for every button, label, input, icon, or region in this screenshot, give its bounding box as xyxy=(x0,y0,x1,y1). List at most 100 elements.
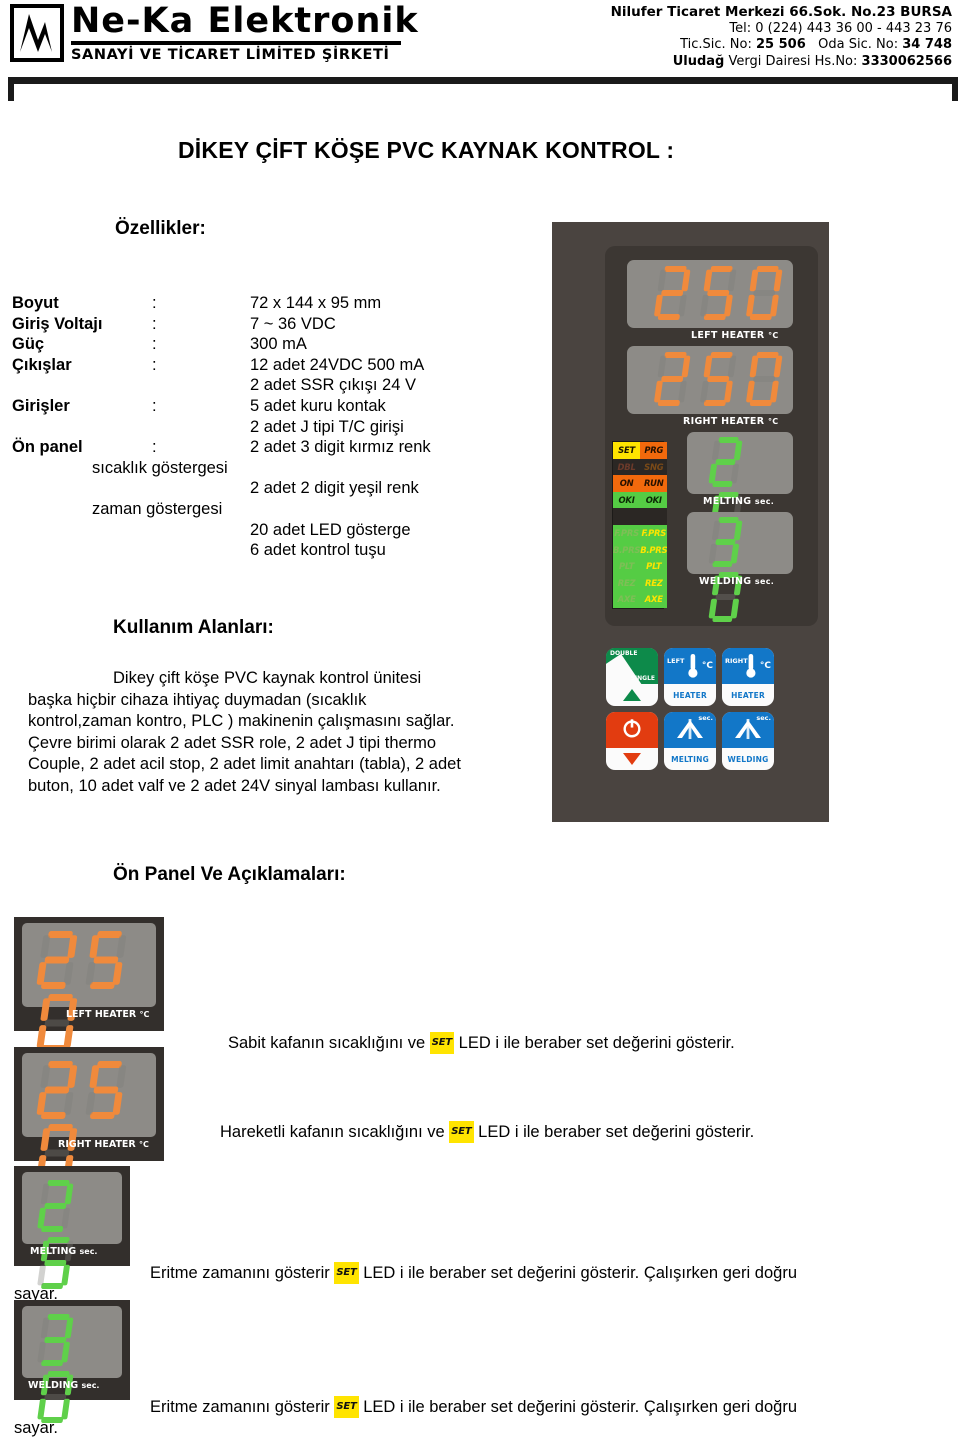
led-indicator-on: ON xyxy=(613,475,641,492)
thumbnail-screen xyxy=(22,1172,122,1289)
registry-value-1: 25 506 xyxy=(756,37,806,52)
thumbnail-label: WELDING sec. xyxy=(28,1380,100,1391)
power-icon xyxy=(621,717,643,744)
double-single-button[interactable]: DOUBLE SINGLE xyxy=(606,648,658,706)
power-button-caption xyxy=(606,748,658,770)
spec-value-continuation: 2 adet J tipi T/C girişi xyxy=(250,417,404,436)
explanation-after: LED i ile beraber set değerini gösterir.… xyxy=(363,1398,797,1416)
spec-row: Güç: 300 mA xyxy=(12,334,482,355)
led-indicator-prg: PRG xyxy=(640,442,668,459)
usage-heading: Kullanım Alanları: xyxy=(113,617,274,638)
left-heater-label: LEFT HEATER °C xyxy=(691,330,779,341)
single-label: SINGLE xyxy=(630,675,655,682)
usage-description: Dikey çift köşe PVC kaynak kontrol ünite… xyxy=(28,669,461,795)
power-button[interactable] xyxy=(606,712,658,770)
spec-colon: : xyxy=(152,314,157,333)
spec-value-continuation: 20 adet LED gösterge xyxy=(250,520,411,539)
melting-button-caption: MELTING xyxy=(664,748,716,770)
spec-value-continuation: 2 adet SSR çıkışı 24 V xyxy=(250,376,416,395)
explanation-before: Sabit kafanın sıcaklığını ve xyxy=(228,1034,426,1052)
led-indicator-set: SET xyxy=(613,442,641,459)
double-single-button-face: DOUBLE SINGLE xyxy=(606,648,658,684)
spec-value-continuation: zaman göstergesi xyxy=(92,499,223,518)
led-indicator-b-prs: B.PRS xyxy=(613,541,640,559)
welding-button-face: sec. xyxy=(722,712,774,748)
panel-explanation-text: Eritme zamanını gösterir SET LED i ile b… xyxy=(150,1396,797,1418)
led-indicator-run: RUN xyxy=(640,475,668,492)
led-indicator-oki: OKI xyxy=(613,491,641,509)
spec-value-continuation: 6 adet kontrol tuşu xyxy=(250,541,386,560)
led-indicator-plt: PLT xyxy=(640,558,668,575)
spec-label: Güç xyxy=(12,335,45,354)
explanation-after: LED i ile beraber set değerini gösterir. xyxy=(478,1123,755,1141)
led-indicator-matrix: SET PRG DBL SNG ON RUN OKI OKI F.PRS F.PRS B.PRS B.… xyxy=(612,441,668,609)
specifications-table: Boyut: 72 x 144 x 95 mm Giriş Voltajı: 7 ~ … xyxy=(12,293,482,561)
welding-button[interactable]: sec. WELDING xyxy=(722,712,774,770)
thumbnail-digits xyxy=(37,1314,122,1428)
right-heater-label: RIGHT HEATER °C xyxy=(683,416,779,427)
led-indicator-plt: PLT xyxy=(613,558,641,575)
spec-value: 12 adet 24VDC 500 mA xyxy=(250,355,425,374)
tax-number: 3330062566 xyxy=(861,53,952,69)
page-title: DİKEY ÇİFT KÖŞE PVC KAYNAK KONTROL : xyxy=(178,137,675,163)
brand-name: Ne-Ka Elektronik xyxy=(71,1,419,41)
spec-row: Boyut: 72 x 144 x 95 mm xyxy=(12,293,482,314)
weld-seam-icon xyxy=(731,719,765,746)
led-indicator-rez: REZ xyxy=(640,574,668,592)
thermometer-icon xyxy=(743,653,759,684)
melting-button-label: MELTING xyxy=(671,754,709,764)
company-tax-info: Uludağ Vergi Dairesi Hs.No: 3330062566 xyxy=(611,54,952,71)
spec-label: Giriş Voltajı xyxy=(12,314,103,333)
spec-colon: : xyxy=(152,335,157,354)
welding-button-label: WELDING xyxy=(727,754,769,764)
led-indicator-axe: AXE xyxy=(640,591,668,608)
right-heater-button[interactable]: RIGHT °C HEATER xyxy=(722,648,774,706)
melting-button-face: sec. xyxy=(664,712,716,748)
spec-colon: : xyxy=(152,294,157,312)
tax-office-rest: Vergi Dairesi Hs.No: xyxy=(728,53,858,69)
display-welding-screen xyxy=(687,512,793,622)
company-contact-info: Nilufer Ticaret Merkezi 66.Sok. No.23 BU… xyxy=(611,4,952,70)
led-indicator-f-prs: F.PRS xyxy=(640,525,668,542)
celsius-label: °C xyxy=(759,661,771,671)
spec-colon: : xyxy=(152,438,157,457)
led-indicator-rez: REZ xyxy=(613,574,641,592)
set-led-badge: SET xyxy=(334,1396,359,1418)
explanation-after: LED i ile beraber set değerini gösterir.… xyxy=(363,1264,797,1282)
panel-thumbnail-left-heater: LEFT HEATER °C xyxy=(14,917,164,1052)
left-heater-button[interactable]: LEFT °C HEATER xyxy=(664,648,716,706)
sec-label: sec. xyxy=(756,714,771,722)
right-heater-button-face: RIGHT °C xyxy=(722,648,774,684)
spec-value: 7 ~ 36 VDC xyxy=(250,314,336,333)
led-indicator-blank-4 xyxy=(640,508,668,525)
melting-button[interactable]: sec. MELTING xyxy=(664,712,716,770)
registry-label-1: Tic.Sic. No: xyxy=(680,37,752,52)
spec-value-continuation: 2 adet 2 digit yeşil renk xyxy=(250,479,419,498)
device-button-pad[interactable]: DOUBLE SINGLE LEFT °C HEATER RIGHT °C HEATER sec… xyxy=(606,648,776,772)
led-indicator-f-prs: F.PRS xyxy=(613,525,641,542)
weld-seam-icon xyxy=(673,719,707,746)
right-heater-digits xyxy=(654,352,793,411)
explanation-before: Eritme zamanını gösterir xyxy=(150,1264,330,1282)
right-heater-button-label: HEATER xyxy=(731,690,765,700)
spec-value: 300 mA xyxy=(250,335,307,354)
zigzag-waveform-logo-icon xyxy=(10,4,64,62)
led-indicator-blank-4 xyxy=(613,508,641,525)
panel-thumbnail-welding: WELDING sec. xyxy=(14,1300,130,1423)
welding-label: WELDING sec. xyxy=(699,576,775,587)
spec-colon: : xyxy=(152,396,157,415)
spec-row: Girişler: 5 adet kuru kontak xyxy=(12,396,482,417)
left-heater-digits xyxy=(654,266,793,325)
panel-explanation-wrap: sayar. xyxy=(14,1419,59,1437)
brand-subtitle: SANAYİ VE TİCARET LİMİTED ŞİRKETİ xyxy=(71,47,390,63)
thumbnail-screen xyxy=(22,923,156,1052)
spec-row: Çıkışlar: 12 adet 24VDC 500 mA xyxy=(12,355,482,376)
company-phone: Tel: 0 (224) 443 36 00 - 443 23 76 xyxy=(729,20,952,36)
explanation-before: Hareketli kafanın sıcaklığını ve xyxy=(220,1123,445,1141)
panel-explanation-text: Eritme zamanını gösterir SET LED i ile b… xyxy=(150,1262,797,1284)
panel-thumbnail-right-heater: RIGHT HEATER °C xyxy=(14,1047,164,1182)
panel-explanation-text: Sabit kafanın sıcaklığını ve SET LED i i… xyxy=(228,1032,735,1054)
thumbnail-digits xyxy=(36,931,156,1057)
down-triangle-icon xyxy=(623,753,641,765)
led-indicator-oki: OKI xyxy=(640,491,668,509)
